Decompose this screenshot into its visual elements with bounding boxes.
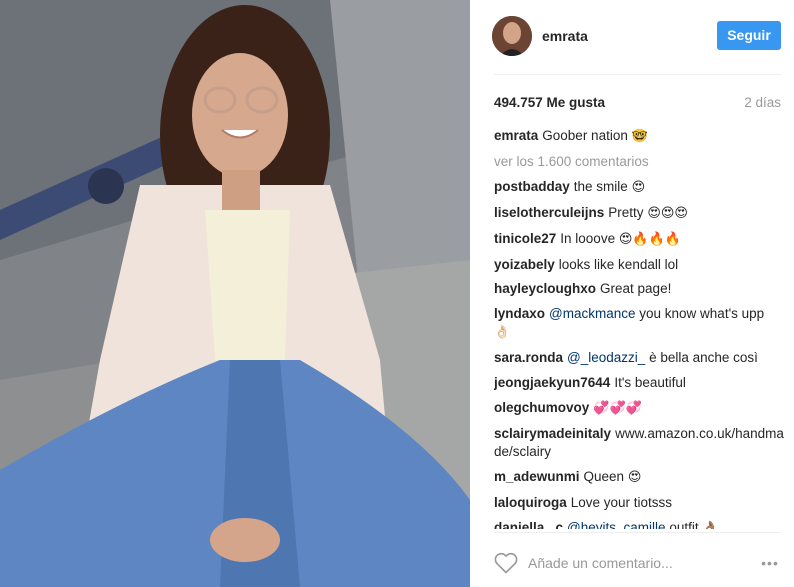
comment-username[interactable]: hayleycloughxo: [494, 281, 596, 296]
header-divider: [494, 74, 781, 75]
comment-item: hayleycloughxo Great page!: [494, 280, 784, 298]
comment-text: you know what's upp: [639, 306, 765, 322]
post-username[interactable]: emrata: [542, 28, 588, 44]
follow-button[interactable]: Seguir: [717, 21, 781, 50]
comment-text: Great page!: [600, 281, 672, 297]
comment-text: Love your tiotsss: [570, 494, 673, 510]
comment-emoji-icon: 👌🏻: [494, 325, 511, 341]
comment-text: It's beautiful: [614, 375, 686, 391]
post-photo[interactable]: [0, 0, 470, 587]
comment-item: liselotherculeijns Pretty 😍😍😍: [494, 204, 784, 223]
comment-item: tinicole27 In looove 😍🔥🔥🔥: [494, 230, 784, 249]
comment-item: m_adewunmi Queen 😍: [494, 468, 784, 487]
caption-text: Goober nation: [542, 128, 628, 143]
comment-emoji-icon: 😍🔥🔥🔥: [618, 231, 681, 247]
comment-emoji-icon: 💞💞💞: [593, 401, 642, 417]
comment-entries: postbadday the smile 😍 liselotherculeijns P…: [494, 178, 784, 529]
comment-text: looks like kendall lol: [558, 256, 679, 272]
comment-item: lyndaxo @mackmance you know what's upp 👌🏻: [494, 305, 784, 342]
comment-username[interactable]: daniella._c: [494, 520, 563, 529]
comment-text: è bella anche così: [649, 350, 758, 366]
avatar[interactable]: [492, 16, 532, 56]
comment-text: the smile: [573, 178, 628, 194]
likes-count[interactable]: 494.757 Me gusta: [494, 95, 605, 110]
comment-item: sclairymadeinitaly www.amazon.co.uk/handm…: [494, 425, 784, 461]
comment-text: In looove: [560, 230, 616, 246]
post-time[interactable]: 2 días: [744, 95, 781, 110]
post-details-panel: emrata Seguir 494.757 Me gusta 2 días em…: [470, 0, 794, 587]
comment-item: jeongjaekyun7644 It's beautiful: [494, 374, 784, 392]
add-comment-input[interactable]: [528, 553, 708, 573]
comment-text: outfit: [669, 519, 699, 529]
view-all-comments-link[interactable]: ver los 1.600 comentarios: [494, 153, 784, 171]
comment-username[interactable]: sclairymadeinitaly: [494, 426, 611, 441]
comment-item: postbadday the smile 😍: [494, 178, 784, 197]
comment-emoji-icon: 😍: [631, 179, 646, 195]
comment-item: daniella._c @heyits_camille outfit 👌🏽: [494, 519, 784, 529]
likes-row: 494.757 Me gusta 2 días: [494, 95, 781, 113]
comment-username[interactable]: sara.ronda: [494, 350, 563, 365]
more-options-icon[interactable]: •••: [756, 553, 784, 573]
comment-mention[interactable]: @_leodazzi_: [567, 350, 645, 365]
comment-emoji-icon: 😍😍😍: [647, 205, 688, 221]
comment-item: laloquiroga Love your tiotsss: [494, 494, 784, 512]
comment-item: olegchumovoy 💞💞💞: [494, 399, 784, 418]
comment-mention[interactable]: @heyits_camille: [567, 520, 666, 529]
comment-mention[interactable]: @mackmance: [549, 306, 635, 321]
post-header: emrata Seguir: [470, 0, 794, 74]
comment-username[interactable]: liselotherculeijns: [494, 205, 604, 220]
comment-username[interactable]: yoizabely: [494, 257, 555, 272]
comments-list[interactable]: emrata Goober nation 🤓 ver los 1.600 come…: [494, 127, 784, 529]
avatar-image: [492, 16, 532, 56]
comment-emoji-icon: 👌🏽: [702, 520, 719, 529]
comment-text: Pretty: [608, 204, 644, 220]
comment-username[interactable]: postbadday: [494, 179, 570, 194]
caption: emrata Goober nation 🤓: [494, 127, 784, 146]
caption-user[interactable]: emrata: [494, 128, 538, 143]
footer-divider: [494, 532, 781, 533]
comment-item: sara.ronda @_leodazzi_ è bella anche così: [494, 349, 784, 367]
post-image: [0, 0, 470, 587]
comment-username[interactable]: jeongjaekyun7644: [494, 375, 610, 390]
nerd-face-emoji-icon: 🤓: [631, 129, 648, 144]
heart-outline-icon[interactable]: [494, 552, 518, 574]
comment-username[interactable]: olegchumovoy: [494, 400, 589, 415]
comment-username[interactable]: m_adewunmi: [494, 469, 580, 484]
comment-username[interactable]: lyndaxo: [494, 306, 545, 321]
comment-username[interactable]: laloquiroga: [494, 495, 567, 510]
comment-username[interactable]: tinicole27: [494, 231, 556, 246]
comment-text: Queen: [583, 468, 625, 484]
comment-item: yoizabely looks like kendall lol: [494, 256, 784, 274]
comment-emoji-icon: 😍: [627, 469, 642, 485]
